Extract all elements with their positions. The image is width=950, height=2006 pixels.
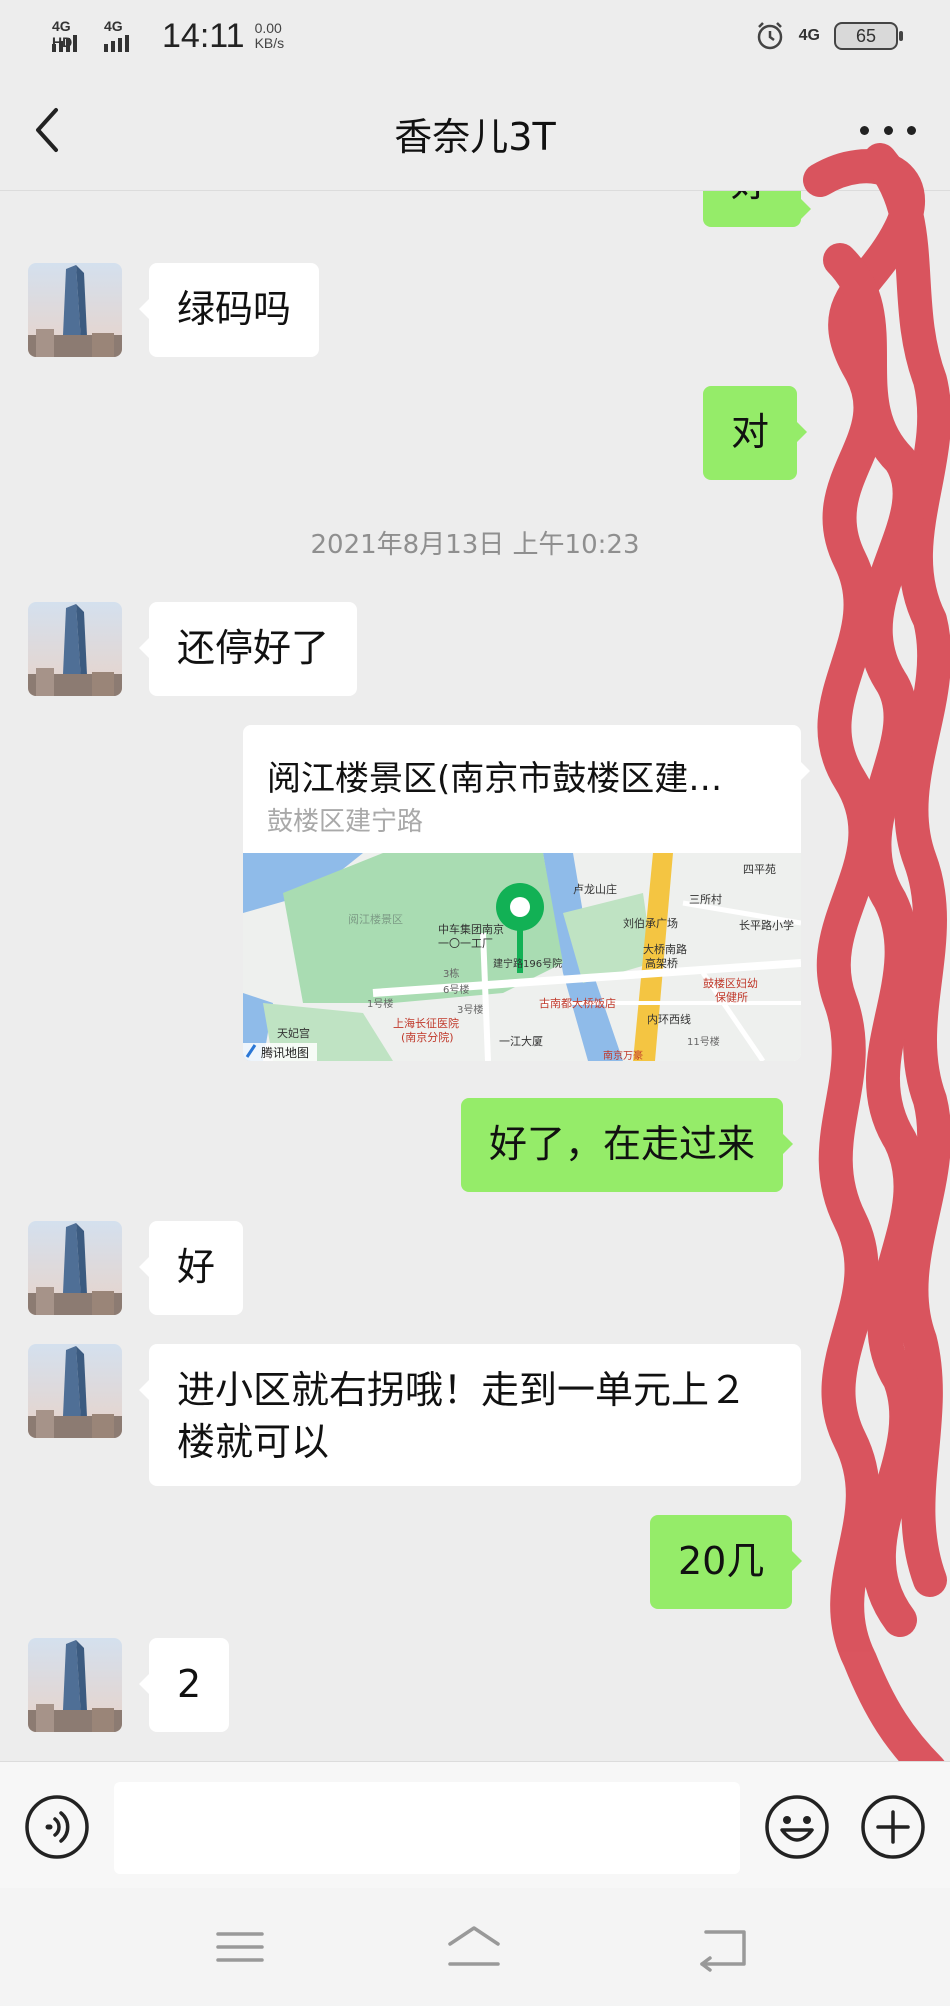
network-label-right: 4G bbox=[798, 27, 820, 44]
alarm-icon bbox=[757, 22, 782, 50]
map-label: 卢龙山庄 bbox=[573, 882, 617, 896]
voice-icon[interactable] bbox=[24, 1794, 90, 1860]
more-dots-icon[interactable] bbox=[860, 122, 916, 138]
map-label: 6号楼 bbox=[443, 983, 469, 996]
redaction-scribble bbox=[803, 143, 950, 1780]
map-label: 南京万豪 bbox=[603, 1049, 643, 1061]
emoji-icon[interactable] bbox=[764, 1794, 830, 1860]
map-label: 鼓楼区妇幼 bbox=[703, 976, 758, 990]
back-icon[interactable] bbox=[696, 1922, 752, 1972]
network-speed: 0.00 KB/s bbox=[255, 21, 285, 51]
message-text: 好 bbox=[731, 191, 769, 205]
message-bubble-in[interactable]: 还停好了 bbox=[138, 602, 358, 696]
map-label: 中车集团南京 bbox=[438, 922, 504, 936]
map-label: 古南都大桥饭店 bbox=[539, 996, 616, 1010]
battery-level: 65 bbox=[855, 25, 877, 46]
message-text: 好了，在走过来 bbox=[489, 1122, 756, 1166]
speed-value: 0.00 bbox=[254, 20, 282, 36]
map-label: 3栋 bbox=[443, 967, 459, 980]
message-text: 进小区就右拐哦！走到一单元上２楼就可以 bbox=[177, 1368, 748, 1464]
map-label: 大桥南路 bbox=[643, 942, 687, 956]
menu-icon[interactable] bbox=[212, 1922, 268, 1972]
status-left: 4G HD 4G 14:11 0.00 KB/s bbox=[52, 16, 284, 56]
message-text: 2 bbox=[177, 1662, 202, 1706]
message-text: 对 bbox=[731, 410, 770, 454]
message-input[interactable] bbox=[114, 1782, 740, 1874]
avatar[interactable] bbox=[28, 263, 122, 357]
map-label: 高架桥 bbox=[645, 956, 678, 970]
map-label: 一〇一工厂 bbox=[438, 937, 493, 950]
speed-unit: KB/s bbox=[254, 35, 285, 51]
location-title: 阅江楼景区(南京市鼓楼区建… bbox=[267, 759, 723, 799]
map-label: 阅江楼景区 bbox=[348, 912, 403, 926]
system-nav-bar bbox=[0, 1888, 950, 2006]
message-bubble-out[interactable]: 好了，在走过来 bbox=[461, 1098, 794, 1192]
signal-icon: 4G HD bbox=[52, 18, 94, 54]
input-bar bbox=[0, 1761, 950, 1889]
avatar[interactable] bbox=[28, 1221, 122, 1315]
message-bubble-in[interactable]: 2 bbox=[138, 1638, 230, 1732]
plus-icon[interactable] bbox=[860, 1794, 926, 1860]
map-label: 建宁路196号院 bbox=[493, 957, 562, 970]
map-label: 内环西线 bbox=[647, 1012, 691, 1026]
location-subtitle: 鼓楼区建宁路 bbox=[267, 807, 424, 837]
status-bar: 4G HD 4G 14:11 0.00 KB/s 4G 65 bbox=[0, 0, 950, 72]
avatar[interactable] bbox=[28, 602, 122, 696]
home-icon[interactable] bbox=[446, 1922, 502, 1972]
map-label: 三所村 bbox=[689, 892, 722, 906]
message-bubble-in[interactable]: 进小区就右拐哦！走到一单元上２楼就可以 bbox=[139, 1344, 801, 1486]
map-label: 上海长征医院 bbox=[393, 1016, 459, 1030]
avatar[interactable] bbox=[28, 1638, 122, 1732]
map-label: 一江大厦 bbox=[499, 1034, 543, 1048]
map-label: 3号楼 bbox=[457, 1003, 483, 1016]
map-label: 1号楼 bbox=[367, 997, 393, 1010]
location-card[interactable]: 阅江楼景区(南京市鼓楼区建… 鼓楼区建宁路 阅江楼景区 中车集团南京 一〇一工厂… bbox=[243, 725, 801, 1061]
map-preview[interactable]: 阅江楼景区 中车集团南京 一〇一工厂 建宁路196号院 卢龙山庄 刘伯承广场 大… bbox=[243, 853, 801, 1061]
message-text: 20几 bbox=[678, 1539, 765, 1583]
status-right: 4G 65 bbox=[755, 16, 903, 56]
map-provider: 腾讯地图 bbox=[261, 1045, 309, 1060]
message-text: 好 bbox=[177, 1245, 216, 1289]
message-bubble-out[interactable]: 20几 bbox=[650, 1515, 803, 1609]
network-label-2: 4G bbox=[104, 18, 123, 34]
map-label: (南京分院) bbox=[401, 1030, 454, 1044]
message-bubble-in[interactable]: 好 bbox=[138, 1221, 244, 1315]
message-bubble-in[interactable]: 绿码吗 bbox=[138, 263, 320, 357]
clock: 14:11 bbox=[162, 16, 245, 55]
message-text: 绿码吗 bbox=[177, 287, 292, 331]
signal-icon: 4G bbox=[104, 18, 146, 54]
map-label: 四平苑 bbox=[743, 863, 776, 876]
battery-icon: 65 bbox=[834, 22, 903, 50]
avatar[interactable] bbox=[28, 1344, 122, 1438]
map-label: 天妃宫 bbox=[277, 1026, 310, 1040]
map-label: 11号楼 bbox=[687, 1035, 720, 1048]
map-label: 刘伯承广场 bbox=[623, 916, 678, 930]
message-text: 还停好了 bbox=[177, 626, 330, 670]
map-label: 保健所 bbox=[715, 990, 748, 1004]
